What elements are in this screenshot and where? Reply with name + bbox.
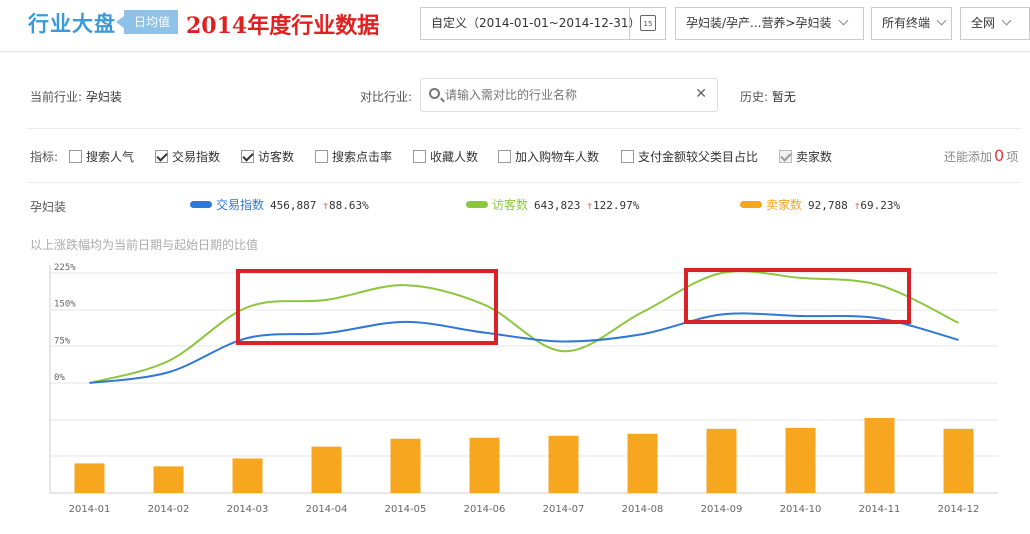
calendar-button[interactable]: 15 xyxy=(629,8,665,39)
annotation-title: 2014年度行业数据 xyxy=(186,13,380,39)
y-tick-label: 225% xyxy=(54,263,76,273)
legend-trade-index[interactable]: 交易指数 456,887 ↑88.63% xyxy=(190,196,369,213)
chevron-down-icon xyxy=(838,15,848,26)
highlight-box xyxy=(236,269,498,345)
metric-search-popularity[interactable]: 搜索人气 xyxy=(69,148,134,164)
remaining-count: 还能添加 0 项 xyxy=(944,146,1019,165)
metric-favorites[interactable]: 收藏人数 xyxy=(413,148,478,164)
metric-sellers: 卖家数 xyxy=(779,148,832,164)
legend-change: 88.63% xyxy=(329,199,369,212)
legend-value: 456,887 xyxy=(270,199,317,212)
seller-bar xyxy=(153,466,184,493)
category-select[interactable]: 孕妇装/孕产...营养>孕妇装 xyxy=(675,7,864,40)
metric-add-to-cart[interactable]: 加入购物车人数 xyxy=(498,148,599,164)
header-bar: 行业大盘 日均值 2014年度行业数据 自定义（2014-01-01~2014-… xyxy=(0,0,1030,52)
remaining-number: 0 xyxy=(994,146,1005,165)
compare-industry-label: 对比行业: xyxy=(360,90,413,104)
compare-industry-box: ✕ xyxy=(420,78,718,112)
metric-search-ctr[interactable]: 搜索点击率 xyxy=(315,148,392,164)
history-label: 历史: xyxy=(740,90,769,104)
legend-swatch xyxy=(466,201,488,208)
seller-bar xyxy=(706,428,737,493)
seller-bar xyxy=(74,463,105,493)
x-tick-label: 2014-04 xyxy=(306,504,348,515)
current-industry-value: 孕妇装 xyxy=(85,90,122,104)
date-range-label: 自定义（2014-01-01~2014-12-31） xyxy=(431,16,641,30)
checkbox[interactable] xyxy=(621,150,634,163)
x-tick-label: 2014-08 xyxy=(622,504,664,515)
checkbox[interactable] xyxy=(315,150,328,163)
legend-visitors[interactable]: 访客数 643,823 ↑122.97% xyxy=(466,196,639,213)
series-line-visitors xyxy=(89,270,959,384)
seller-bar xyxy=(627,433,658,493)
checkbox[interactable] xyxy=(413,150,426,163)
seller-bar xyxy=(864,418,895,493)
history: 历史: 暂无 xyxy=(740,88,796,105)
divider xyxy=(26,182,1022,183)
terminal-select[interactable]: 所有终端 xyxy=(871,7,952,40)
x-tick-label: 2014-11 xyxy=(859,504,901,515)
metrics-label: 指标: xyxy=(30,150,59,164)
metric-trade-index[interactable]: 交易指数 xyxy=(155,148,220,164)
x-tick-label: 2014-12 xyxy=(938,504,980,515)
x-tick-label: 2014-10 xyxy=(780,504,822,515)
seller-bar xyxy=(943,428,974,493)
compare-industry-input[interactable] xyxy=(445,85,685,105)
network-select-label: 全网 xyxy=(971,16,996,30)
legend-change: 69.23% xyxy=(860,199,901,212)
legend-value: 92,788 xyxy=(808,199,848,212)
date-range-picker[interactable]: 自定义（2014-01-01~2014-12-31） 15 xyxy=(420,7,666,40)
current-industry: 当前行业: 孕妇装 xyxy=(30,88,122,105)
legend-value: 643,823 xyxy=(534,199,581,212)
y-tick-label: 0% xyxy=(54,373,65,383)
daily-average-badge: 日均值 xyxy=(115,10,179,34)
x-tick-label: 2014-05 xyxy=(385,504,427,515)
checkbox[interactable] xyxy=(498,150,511,163)
metric-payment-share[interactable]: 支付金额较父类目占比 xyxy=(621,148,758,164)
seller-bar xyxy=(548,435,579,493)
up-arrow-icon: ↑ xyxy=(322,199,329,212)
search-icon xyxy=(429,88,440,99)
current-industry-label: 当前行业: xyxy=(30,90,83,104)
category-select-label: 孕妇装/孕产...营养>孕妇装 xyxy=(686,16,832,30)
checkbox-checked[interactable] xyxy=(155,150,168,163)
legend-sellers[interactable]: 卖家数 92,788 ↑69.23% xyxy=(740,196,900,213)
chevron-down-icon xyxy=(1001,15,1012,26)
seller-bar xyxy=(469,437,500,493)
legend-swatch xyxy=(740,201,762,208)
seller-bar xyxy=(390,438,421,493)
legend-swatch xyxy=(190,201,212,208)
up-arrow-icon: ↑ xyxy=(586,199,593,212)
chevron-down-icon xyxy=(936,15,947,26)
x-tick-label: 2014-02 xyxy=(148,504,190,515)
legend-industry: 孕妇装 xyxy=(30,200,67,214)
seller-bar xyxy=(232,458,263,493)
network-select[interactable]: 全网 xyxy=(960,7,1030,40)
x-tick-label: 2014-09 xyxy=(701,504,743,515)
x-tick-label: 2014-01 xyxy=(69,504,111,515)
checkbox-checked-disabled xyxy=(779,150,792,163)
clear-icon[interactable]: ✕ xyxy=(695,86,707,102)
history-value: 暂无 xyxy=(771,90,796,104)
x-tick-label: 2014-06 xyxy=(464,504,506,515)
x-tick-label: 2014-07 xyxy=(543,504,585,515)
checkbox[interactable] xyxy=(69,150,82,163)
y-tick-label: 75% xyxy=(54,336,71,346)
calendar-icon: 15 xyxy=(640,15,656,31)
seller-bar xyxy=(785,427,816,493)
y-tick-label: 150% xyxy=(54,300,76,310)
metric-visitors[interactable]: 访客数 xyxy=(241,148,294,164)
page-title: 行业大盘 xyxy=(28,12,116,36)
legend-change: 122.97% xyxy=(593,199,640,212)
terminal-select-label: 所有终端 xyxy=(882,16,931,30)
seller-bar xyxy=(311,446,342,493)
chart-note: 以上涨跌幅均为当前日期与起始日期的比值 xyxy=(30,238,259,252)
divider xyxy=(26,128,1022,129)
checkbox-checked[interactable] xyxy=(241,150,254,163)
trend-chart: 225% 150% 75% 0% 2014-01 2014-02 2014-03 2014-0… xyxy=(49,263,998,515)
x-tick-label: 2014-03 xyxy=(227,504,269,515)
